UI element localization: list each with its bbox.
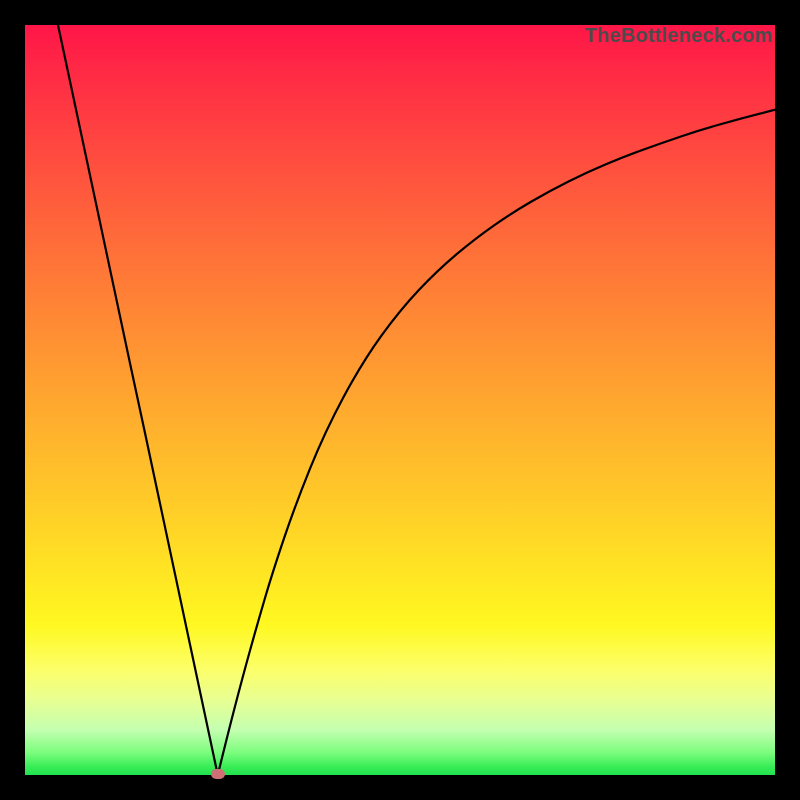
curve-layer [25, 25, 775, 775]
plot-area: TheBottleneck.com [25, 25, 775, 775]
bottleneck-curve-right [218, 110, 775, 775]
bottleneck-curve-left [58, 25, 218, 775]
chart-frame: TheBottleneck.com [0, 0, 800, 800]
